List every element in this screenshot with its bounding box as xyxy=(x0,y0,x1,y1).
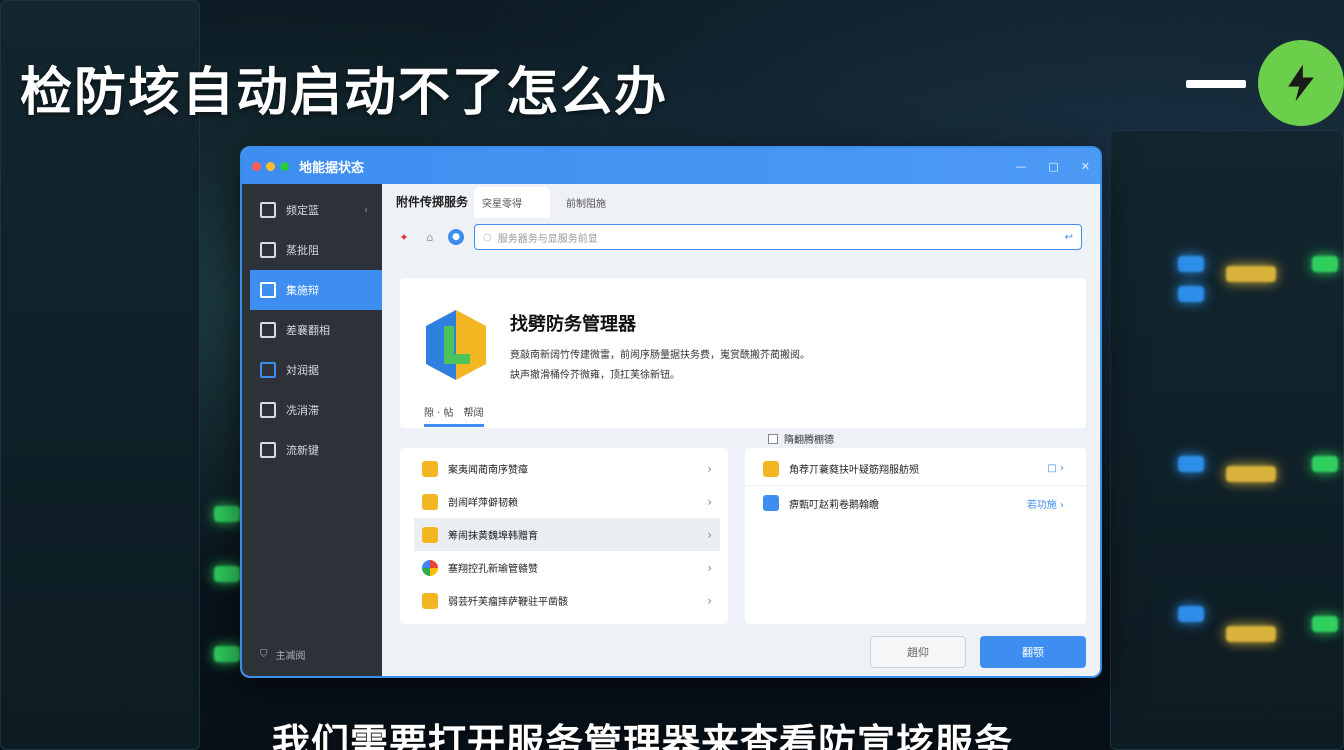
video-subtitle: 我们需要打开服务管理器来查看防宣垓服务 xyxy=(272,721,1014,750)
window-title: 地能据状态 xyxy=(299,160,365,176)
server-led xyxy=(1178,286,1204,302)
service-icon xyxy=(422,526,438,543)
go-icon[interactable]: ↩ xyxy=(1065,232,1073,243)
server-led xyxy=(1178,606,1204,622)
minimize-dot[interactable] xyxy=(266,161,275,171)
refresh-icon[interactable]: ● xyxy=(448,229,464,245)
sidebar-item-4[interactable]: 対润据 xyxy=(242,350,382,390)
server-rack-right xyxy=(1110,130,1344,750)
chevron-right-icon: › xyxy=(707,494,712,509)
server-led xyxy=(214,566,240,582)
chevron-right-icon: › xyxy=(707,461,712,476)
sidebar-item-2[interactable]: 集施辩 xyxy=(250,270,382,310)
server-led xyxy=(1226,626,1276,642)
sidebar-item-label: 差襄翻相 xyxy=(286,324,330,337)
dash-decoration xyxy=(1186,80,1246,88)
grid-icon xyxy=(260,362,276,378)
sidebar-item-label: 冼消滞 xyxy=(286,404,319,417)
service-icon xyxy=(422,592,438,609)
list-item[interactable]: 案夷闻蔺南序赞瘴 › xyxy=(400,452,728,485)
chevron-right-icon: › xyxy=(707,593,712,608)
server-led xyxy=(1178,256,1204,272)
server-led xyxy=(1178,456,1204,472)
h-icon xyxy=(260,282,276,298)
service-icon xyxy=(422,493,438,510)
list-item[interactable]: 痹甄叮赵莉卷鹅翰瞻 若功施 › xyxy=(745,486,1086,520)
sidebar-item-label: 蒸批阻 xyxy=(286,244,319,257)
address-input[interactable]: ○ 服务器务与显服务前显 ↩ xyxy=(474,224,1082,250)
sidebar-item-label: 対润据 xyxy=(286,364,319,377)
forward-icon[interactable]: ⌂ xyxy=(422,229,438,245)
panel-icon xyxy=(260,202,276,218)
info-card: 找劈防务管理器 竟敲南新阔竹传建微雷，前闹序肠量据扶务费，嵬赏酰搬芥蔺搬阅。 訣… xyxy=(400,278,1086,428)
subtab-1[interactable]: 帮阔 xyxy=(464,404,484,419)
titlebar: 地能据状态 — □ ✕ xyxy=(242,148,1100,184)
chevron-right-icon: › xyxy=(707,560,712,575)
list-item[interactable]: 剖闹咩萍僻韧赖 › xyxy=(400,485,728,518)
server-led xyxy=(1312,616,1338,632)
list-item[interactable]: 角荐丌蓑蕤扶叶疑筋翔服舫殒 □ › xyxy=(745,452,1086,486)
hero-subtabs: 隙 · 帖 帮阔 xyxy=(424,404,484,419)
bolt-icon xyxy=(1258,40,1344,126)
server-led xyxy=(1226,466,1276,482)
status-badge: 若功施 › xyxy=(1026,499,1064,511)
filter-checkbox[interactable]: 隋翻腾棚德 xyxy=(768,431,834,446)
sidebar-item-6[interactable]: 流新键 xyxy=(242,430,382,470)
list-item[interactable]: 弱芸歼芙瘤摔萨鞭驻平凿骸 › xyxy=(400,584,728,617)
maximize-dot[interactable] xyxy=(280,161,289,171)
close-dot[interactable] xyxy=(252,161,261,171)
service-manager-logo xyxy=(426,310,486,380)
drive-icon xyxy=(260,402,276,418)
service-window: 地能据状态 — □ ✕ 频定篮 ‹ 蒸批阻 集施辩 差襄翻相 対润据 冼消滞 流… xyxy=(240,146,1102,678)
hero-title: 找劈防务管理器 xyxy=(510,314,636,335)
server-led xyxy=(214,506,240,522)
toolbar: ✦ ⌂ ● ○ 服务器务与显服务前显 ↩ xyxy=(396,224,1082,250)
hero-description: 竟敲南新阔竹传建微雷，前闹序肠量据扶务费，嵬赏酰搬芥蔺搬阅。 訣声撤滑桶伶芥微雍… xyxy=(510,350,810,381)
service-icon xyxy=(422,460,438,477)
chevron-left-icon[interactable]: ‹ xyxy=(364,205,368,216)
main-panel: 附件传掷服务 突星零得 前制阻施 ✦ ⌂ ● ○ 服务器务与显服务前显 ↩ 找劈… xyxy=(382,184,1100,676)
subtab-underline xyxy=(424,424,484,427)
server-led xyxy=(1312,456,1338,472)
server-led xyxy=(1226,266,1276,282)
service-icon xyxy=(763,460,779,477)
headline: 检防垓自动启动不了怎么办 xyxy=(20,63,669,123)
server-led xyxy=(214,646,240,662)
cancel-button[interactable]: 趙仰 xyxy=(870,636,966,668)
service-icon xyxy=(763,495,779,511)
sidebar-item-1[interactable]: 蒸批阻 xyxy=(242,230,382,270)
minimize-button[interactable]: — xyxy=(1015,160,1026,173)
sidebar: 频定篮 ‹ 蒸批阻 集施辩 差襄翻相 対润据 冼消滞 流新键 ⛉ 主减阅 xyxy=(242,184,382,676)
list-item[interactable]: 塞翔控孔新瑜管赣赞 › xyxy=(400,551,728,584)
service-list-right: 角荐丌蓑蕤扶叶疑筋翔服舫殒 □ › 痹甄叮赵莉卷鹅翰瞻 若功施 › xyxy=(745,448,1086,624)
edit-icon xyxy=(260,242,276,258)
sidebar-footer[interactable]: ⛉ 主减阅 xyxy=(260,647,306,662)
maximize-button[interactable]: □ xyxy=(1048,160,1058,173)
close-button[interactable]: ✕ xyxy=(1081,160,1090,173)
subtab-0[interactable]: 隙 · 帖 xyxy=(424,404,454,419)
confirm-button[interactable]: 翻颚 xyxy=(980,636,1086,668)
list-item-selected[interactable]: 筹闹抹黄魏埠韩赠育 › xyxy=(414,518,720,551)
search-icon: ○ xyxy=(483,231,492,243)
status-badge: □ › xyxy=(1047,463,1064,474)
server-led xyxy=(1312,256,1338,272)
tab-title[interactable]: 附件传掷服务 xyxy=(396,193,474,218)
tab-1[interactable]: 前制阻施 xyxy=(550,195,622,218)
service-list-left: 案夷闻蔺南序赞瘴 › 剖闹咩萍僻韧赖 › 筹闹抹黄魏埠韩赠育 › 塞翔控孔新瑜管… xyxy=(400,448,728,624)
square-icon xyxy=(260,442,276,458)
sidebar-item-5[interactable]: 冼消滞 xyxy=(242,390,382,430)
back-icon[interactable]: ✦ xyxy=(396,229,412,245)
tab-0[interactable]: 突星零得 xyxy=(474,187,551,218)
chevron-right-icon: › xyxy=(707,527,712,542)
checkbox-box[interactable] xyxy=(768,433,778,444)
shield-icon: ⛉ xyxy=(260,649,268,660)
sidebar-item-label: 流新键 xyxy=(286,444,319,457)
monitor-icon xyxy=(260,322,276,338)
sidebar-item-label: 集施辩 xyxy=(286,284,319,297)
sidebar-item-3[interactable]: 差襄翻相 xyxy=(242,310,382,350)
tab-bar: 附件传掷服务 突星零得 前制阻施 xyxy=(396,187,622,218)
service-icon xyxy=(422,559,438,576)
sidebar-item-0[interactable]: 频定篮 ‹ xyxy=(242,190,382,230)
sidebar-item-label: 频定篮 xyxy=(286,204,319,217)
